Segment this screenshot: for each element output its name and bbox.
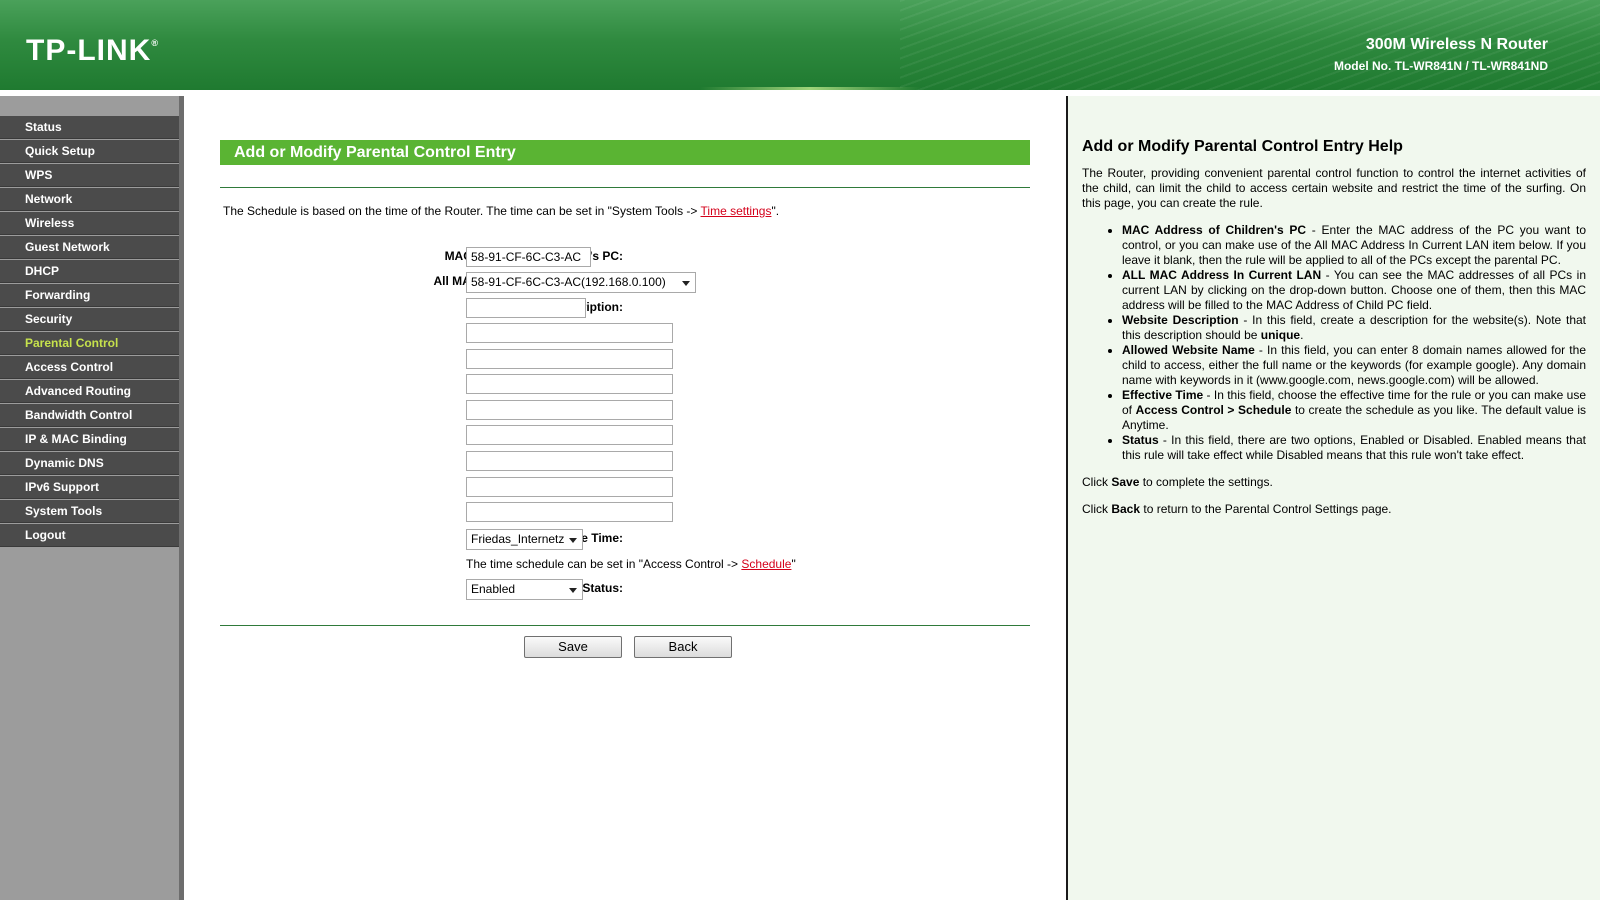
sidebar-item-advanced-routing[interactable]: Advanced Routing (0, 380, 182, 403)
sidebar-item-wireless[interactable]: Wireless (0, 212, 182, 235)
schedule-link[interactable]: Schedule (741, 557, 791, 571)
page-title: Add or Modify Parental Control Entry (220, 140, 1030, 165)
sidebar-item-bandwidth-control[interactable]: Bandwidth Control (0, 404, 182, 427)
mac-address-input[interactable]: 58-91-CF-6C-C3-AC (466, 247, 591, 267)
all-mac-select[interactable]: 58-91-CF-6C-C3-AC(192.168.0.100) (466, 272, 696, 293)
help-list: MAC Address of Children's PC - Enter the… (1082, 223, 1586, 463)
effective-time-select[interactable]: Friedas_Internetz (466, 529, 583, 550)
main-content: Add or Modify Parental Control Entry The… (188, 96, 1066, 900)
allowed-website-input-3[interactable] (466, 374, 673, 395)
chevron-down-icon (569, 588, 577, 593)
sidebar-rail (179, 96, 184, 900)
header-banner: TP-LINK® 300M Wireless N Router Model No… (0, 0, 1600, 90)
sidebar-item-ipv6-support[interactable]: IPv6 Support (0, 476, 182, 499)
sidebar: Status Quick Setup WPS Network Wireless Guest… (0, 96, 182, 900)
sidebar-item-network[interactable]: Network (0, 188, 182, 211)
back-button[interactable]: Back (634, 636, 732, 658)
help-item-website-description: Website Description - In this field, cre… (1122, 313, 1586, 343)
sidebar-item-wps[interactable]: WPS (0, 164, 182, 187)
website-description-input[interactable] (466, 298, 586, 318)
help-title: Add or Modify Parental Control Entry Hel… (1082, 138, 1403, 155)
save-button[interactable]: Save (524, 636, 622, 658)
chevron-down-icon (682, 281, 690, 286)
help-back-note: Click Back to return to the Parental Con… (1082, 502, 1392, 516)
sidebar-menu: Status Quick Setup WPS Network Wireless Guest… (0, 116, 182, 548)
allowed-website-input-6[interactable] (466, 451, 673, 471)
allowed-website-input-1[interactable] (466, 323, 673, 343)
model-number: Model No. TL-WR841N / TL-WR841ND (1333, 59, 1548, 73)
sidebar-item-security[interactable]: Security (0, 308, 182, 331)
sidebar-item-guest-network[interactable]: Guest Network (0, 236, 182, 259)
help-item-effective-time: Effective Time - In this field, choose t… (1122, 388, 1586, 433)
sidebar-item-access-control[interactable]: Access Control (0, 356, 182, 379)
chevron-down-icon (569, 538, 577, 543)
help-item-mac: MAC Address of Children's PC - Enter the… (1122, 223, 1586, 268)
sidebar-item-forwarding[interactable]: Forwarding (0, 284, 182, 307)
help-item-all-mac: ALL MAC Address In Current LAN - You can… (1122, 268, 1586, 313)
product-name: 300M Wireless N Router (1365, 36, 1548, 53)
schedule-note: The Schedule is based on the time of the… (223, 204, 780, 218)
status-selected-value: Enabled (471, 582, 516, 596)
sidebar-item-dynamic-dns[interactable]: Dynamic DNS (0, 452, 182, 475)
help-panel: Add or Modify Parental Control Entry Hel… (1068, 96, 1600, 900)
header-separator (0, 90, 1600, 94)
allowed-website-input-7[interactable] (466, 476, 673, 497)
help-item-status: Status - In this field, there are two op… (1122, 433, 1586, 463)
time-schedule-note: The time schedule can be set in "Access … (466, 557, 796, 571)
sidebar-item-dhcp[interactable]: DHCP (0, 260, 182, 283)
allowed-website-input-5[interactable] (466, 425, 673, 446)
all-mac-selected-value: 58-91-CF-6C-C3-AC(192.168.0.100) (471, 275, 666, 289)
allowed-website-input-2[interactable] (466, 348, 673, 369)
status-select[interactable]: Enabled (466, 579, 583, 600)
product-info: 300M Wireless N Router Model No. TL-WR84… (1334, 36, 1548, 73)
effective-time-selected-value: Friedas_Internetz (471, 532, 565, 546)
divider-bottom (220, 625, 1030, 626)
divider-top (220, 187, 1030, 188)
allowed-website-input-8[interactable] (466, 502, 673, 523)
sidebar-item-parental-control[interactable]: Parental Control (0, 332, 182, 355)
help-intro: The Router, providing convenient parenta… (1082, 166, 1586, 210)
sidebar-item-logout[interactable]: Logout (0, 524, 182, 547)
sidebar-item-status[interactable]: Status (0, 116, 182, 139)
allowed-website-input-4[interactable] (466, 399, 673, 420)
sidebar-item-quick-setup[interactable]: Quick Setup (0, 140, 182, 163)
tp-link-logo: TP-LINK® (26, 34, 159, 67)
sidebar-item-system-tools[interactable]: System Tools (0, 500, 182, 523)
help-save-note: Click Save to complete the settings. (1082, 475, 1273, 489)
sidebar-item-ip-mac-binding[interactable]: IP & MAC Binding (0, 428, 182, 451)
help-item-allowed-website: Allowed Website Name - In this field, yo… (1122, 343, 1586, 388)
time-settings-link[interactable]: Time settings (701, 204, 772, 218)
